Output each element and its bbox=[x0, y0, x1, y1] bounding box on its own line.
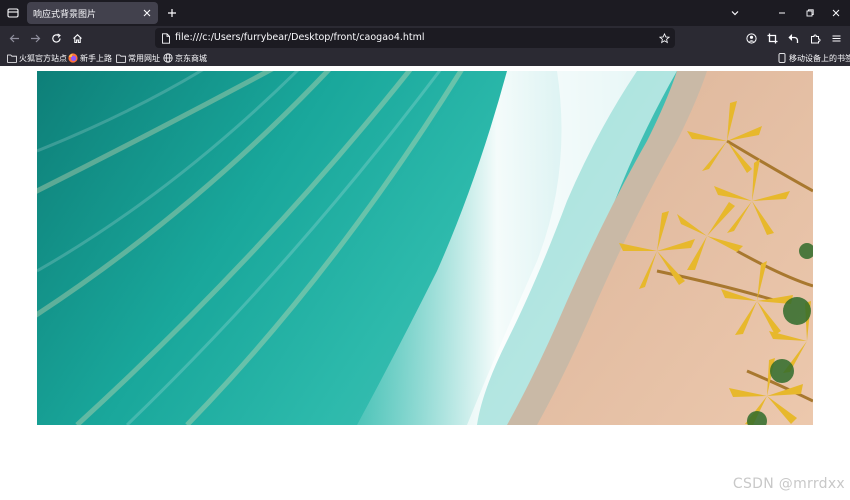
bookmark-label: 移动设备上的书签 bbox=[789, 53, 850, 63]
star-icon bbox=[658, 32, 670, 43]
bookmark-label: 常用网址 bbox=[128, 53, 160, 63]
hamburger-menu-icon bbox=[832, 34, 840, 42]
bookmark-star-button[interactable] bbox=[656, 30, 672, 46]
bookmark-label: 火狐官方站点 bbox=[19, 53, 67, 63]
bookmarks-toolbar: 火狐官方站点 新手上路 常用网址 京东商城 移动设备上的书签 bbox=[0, 50, 850, 66]
restore-button[interactable] bbox=[796, 0, 824, 26]
reload-button[interactable] bbox=[47, 29, 65, 47]
page-icon bbox=[159, 31, 173, 45]
bookmark-item[interactable]: 新手上路 bbox=[68, 51, 112, 65]
new-tab-button[interactable] bbox=[163, 4, 181, 22]
mobile-bookmarks-folder[interactable]: 移动设备上的书签 bbox=[777, 51, 850, 65]
page-content: CSDN @mrrdxx bbox=[0, 66, 850, 500]
folder-icon bbox=[116, 53, 126, 63]
watermark: CSDN @mrrdxx bbox=[732, 476, 845, 492]
home-icon bbox=[72, 33, 82, 43]
reload-icon bbox=[51, 33, 61, 43]
crop-icon bbox=[767, 33, 777, 43]
extensions-button[interactable] bbox=[806, 29, 824, 47]
tab-strip: 响应式背景图片 bbox=[0, 0, 850, 26]
mobile-icon bbox=[777, 53, 787, 63]
folder-icon bbox=[7, 53, 17, 63]
firefox-view-icon bbox=[7, 8, 19, 18]
bookmark-item[interactable]: 京东商城 bbox=[163, 51, 207, 65]
menu-button[interactable] bbox=[827, 29, 845, 47]
minimize-button[interactable] bbox=[768, 0, 796, 26]
tab-active[interactable]: 响应式背景图片 bbox=[27, 2, 158, 24]
chevron-down-icon bbox=[731, 11, 739, 16]
tab-close-button[interactable] bbox=[140, 6, 154, 20]
url-bar[interactable]: file:///c:/Users/furrybear/Desktop/front… bbox=[155, 28, 675, 48]
restore-icon bbox=[806, 9, 814, 17]
forward-button[interactable] bbox=[26, 29, 44, 47]
firefox-icon bbox=[68, 53, 78, 63]
close-icon bbox=[143, 9, 151, 17]
hero-background-image bbox=[37, 71, 813, 425]
home-button[interactable] bbox=[68, 29, 86, 47]
bookmark-item[interactable]: 常用网址 bbox=[116, 51, 160, 65]
plus-icon bbox=[168, 9, 176, 17]
close-icon bbox=[832, 9, 840, 17]
arrow-left-icon bbox=[9, 34, 19, 42]
tab-title: 响应式背景图片 bbox=[33, 10, 97, 20]
navigation-toolbar: file:///c:/Users/furrybear/Desktop/front… bbox=[0, 26, 850, 50]
firefox-view-button[interactable] bbox=[4, 4, 22, 22]
bookmark-item[interactable]: 火狐官方站点 bbox=[7, 51, 67, 65]
undo-icon bbox=[787, 33, 798, 43]
account-icon bbox=[745, 32, 757, 44]
window-close-button[interactable] bbox=[822, 0, 850, 26]
globe-icon bbox=[163, 53, 173, 63]
list-all-tabs-button[interactable] bbox=[726, 4, 744, 22]
puzzle-icon bbox=[810, 34, 820, 43]
account-button[interactable] bbox=[742, 29, 760, 47]
arrow-right-icon bbox=[30, 34, 40, 42]
back-button[interactable] bbox=[5, 29, 23, 47]
minimize-icon bbox=[779, 12, 785, 14]
url-text[interactable]: file:///c:/Users/furrybear/Desktop/front… bbox=[175, 32, 425, 43]
bookmark-label: 京东商城 bbox=[175, 53, 207, 63]
bookmark-label: 新手上路 bbox=[80, 53, 112, 63]
screenshot-button[interactable] bbox=[763, 29, 781, 47]
undo-close-button[interactable] bbox=[784, 29, 802, 47]
